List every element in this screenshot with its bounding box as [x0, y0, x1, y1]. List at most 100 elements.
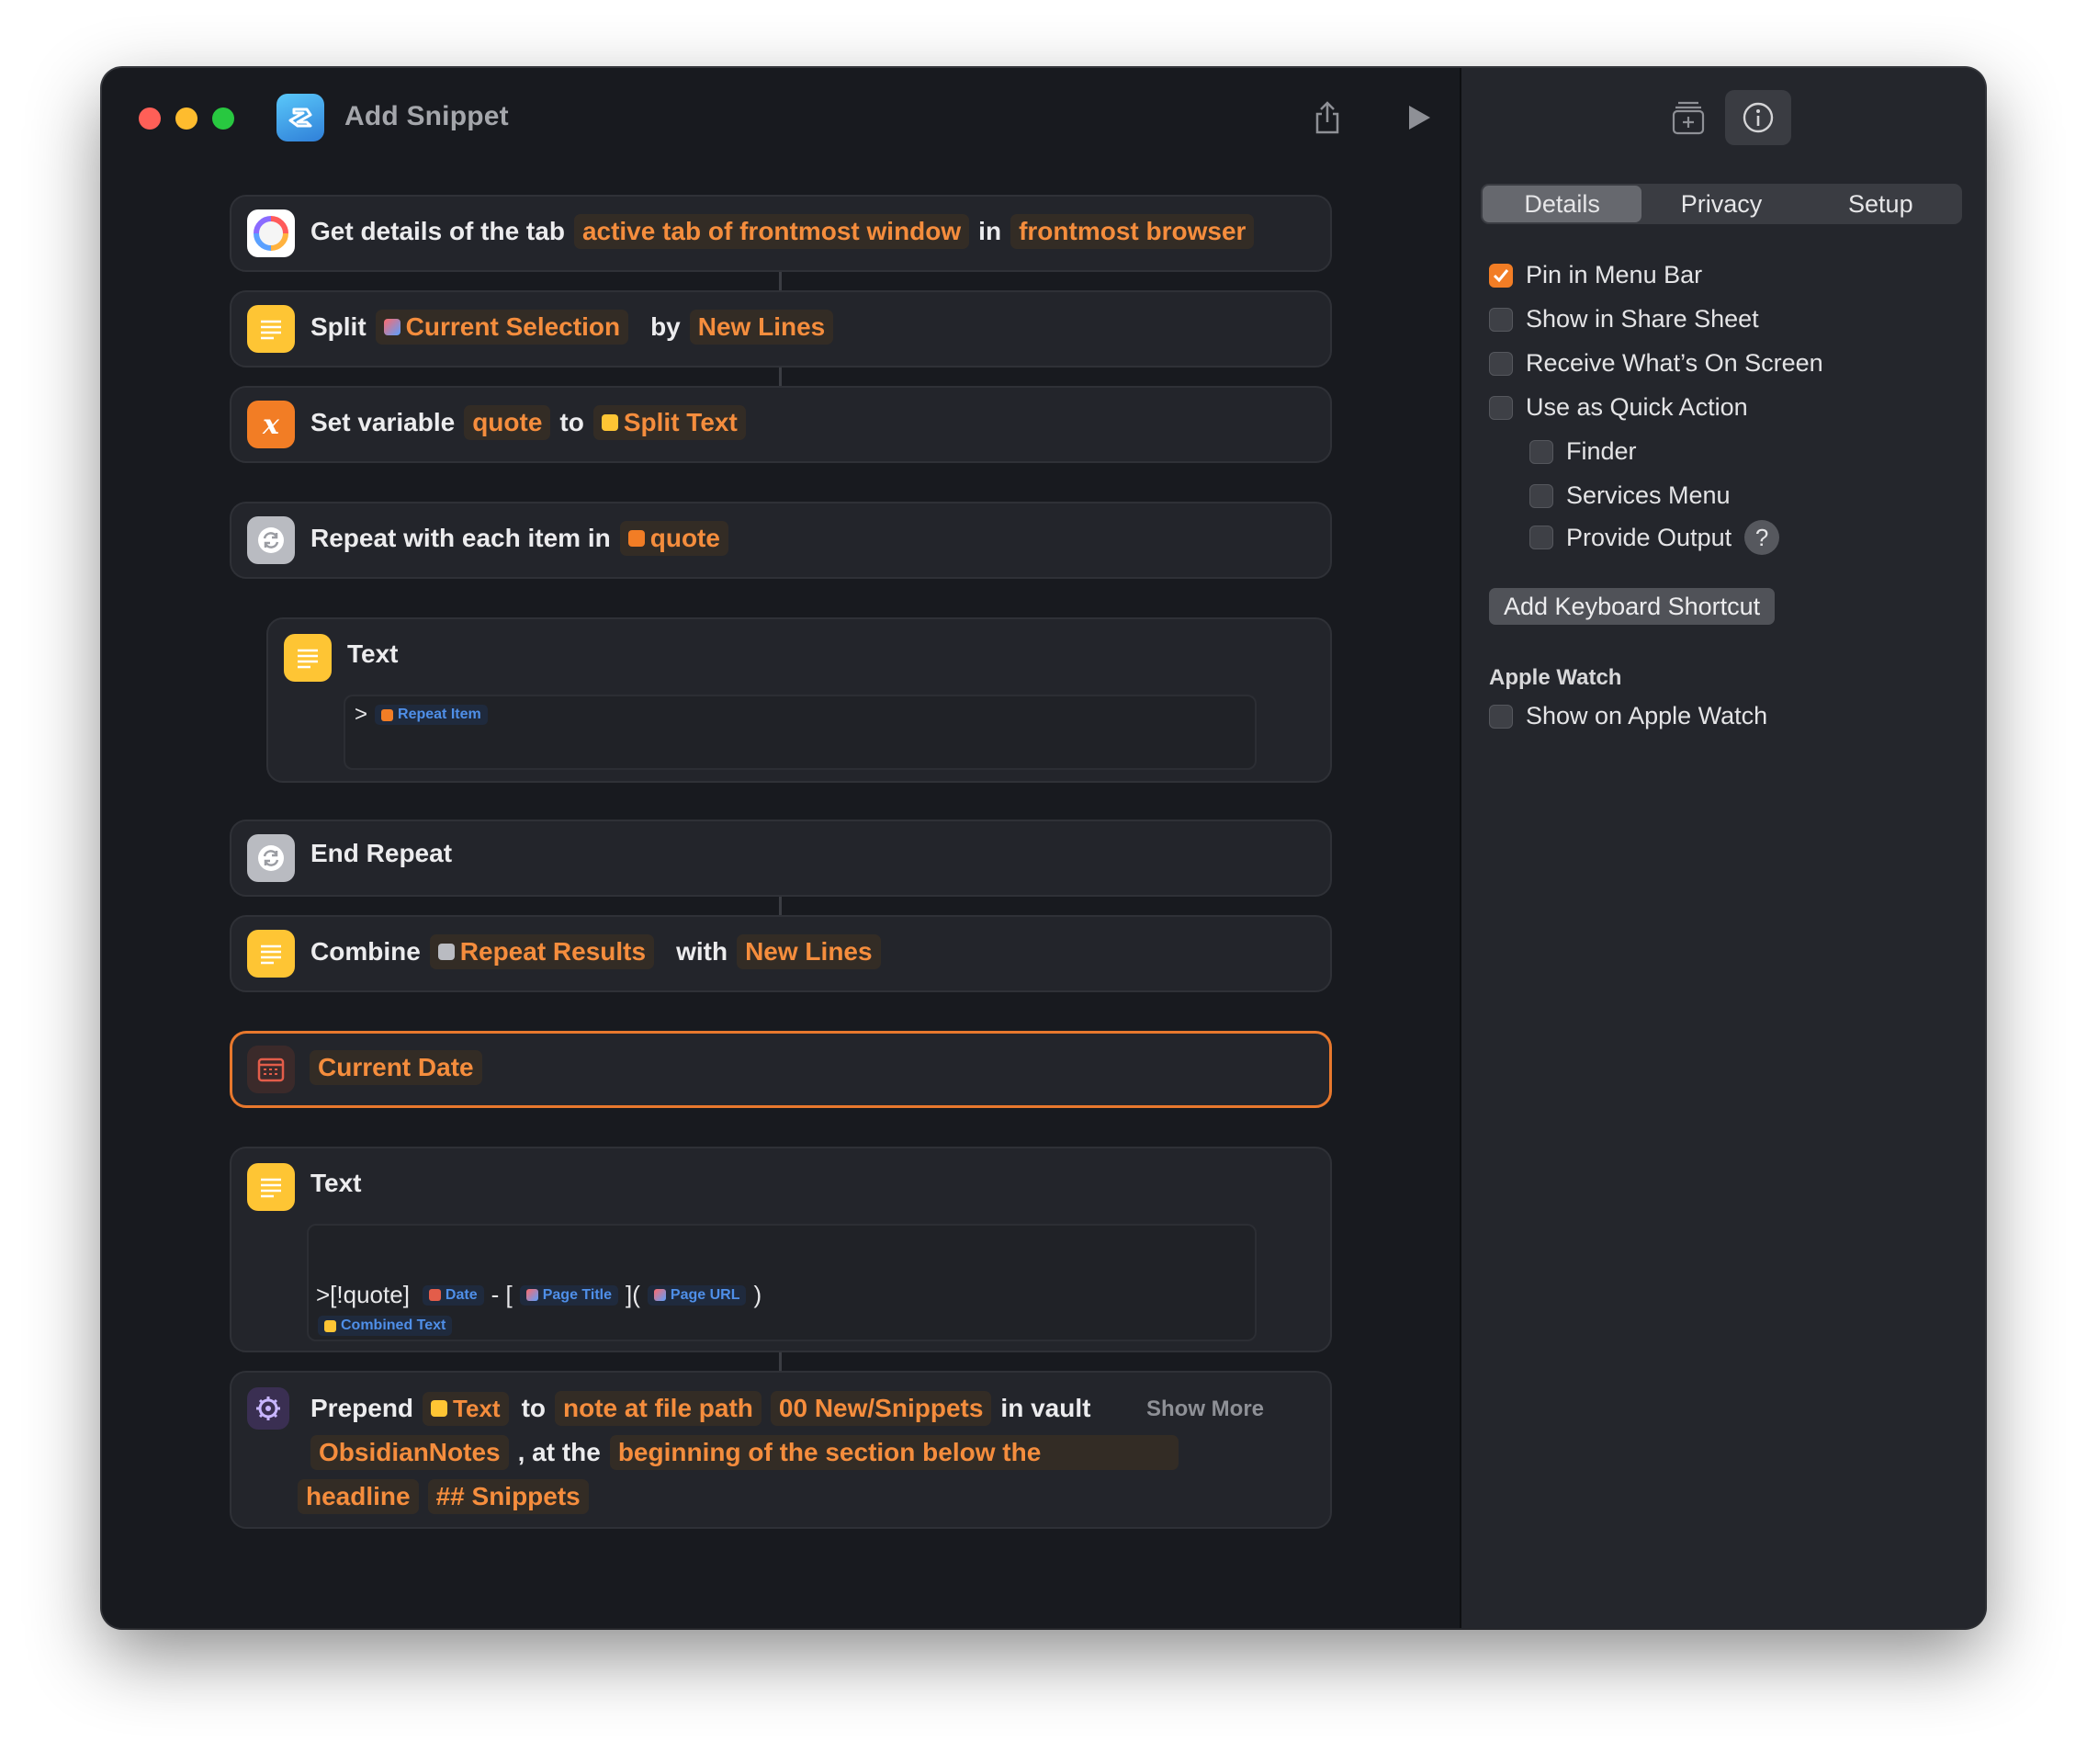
action-label: Prepend	[310, 1394, 414, 1422]
file-path-parameter[interactable]: 00 New/Snippets	[770, 1391, 992, 1426]
text-icon	[284, 634, 332, 682]
repeat-variable[interactable]: quote	[619, 521, 728, 556]
checkbox[interactable]	[1529, 483, 1553, 508]
option-label: Services Menu	[1566, 481, 1731, 509]
variable-value[interactable]: Split Text	[592, 405, 746, 440]
action-current-date[interactable]: Current Date	[230, 1031, 1332, 1108]
date-variable[interactable]: Date	[422, 1284, 484, 1306]
calendar-mini-icon	[428, 1289, 441, 1301]
action-label: Combine	[310, 937, 421, 966]
variable-label: Date	[445, 1286, 478, 1303]
headline-parameter[interactable]: headline	[298, 1479, 419, 1514]
page-url-variable[interactable]: Page URL	[647, 1284, 747, 1306]
variable-label: Repeat Item	[398, 707, 481, 722]
option-receive-whats-on-screen[interactable]: Receive What’s On Screen	[1489, 349, 1823, 378]
to-label: to	[521, 1394, 546, 1422]
checkbox[interactable]	[1529, 439, 1553, 464]
zoom-window-button[interactable]	[212, 107, 234, 130]
page-title-variable[interactable]: Page Title	[519, 1284, 619, 1306]
checkbox[interactable]	[1489, 704, 1513, 729]
safari-mini-icon	[383, 319, 400, 335]
action-prepend-obsidian[interactable]: Prepend Text to note at file path 00 New…	[230, 1371, 1332, 1529]
show-more-button[interactable]: Show More	[1146, 1396, 1264, 1422]
text-segment: ](	[626, 1281, 640, 1308]
action-combine-text[interactable]: Combine Repeat Results with New Lines	[230, 915, 1332, 992]
safari-mini-icon	[653, 1289, 666, 1301]
variable-label: Page URL	[670, 1286, 740, 1303]
variable-label: Text	[453, 1394, 501, 1422]
action-label: End Repeat	[310, 839, 453, 867]
option-services-menu[interactable]: Services Menu	[1529, 481, 1731, 510]
input-variable[interactable]: Repeat Results	[429, 934, 655, 969]
action-end-repeat[interactable]: End Repeat	[230, 820, 1332, 897]
play-icon[interactable]	[1397, 96, 1441, 140]
destination-parameter[interactable]: note at file path	[555, 1391, 761, 1426]
option-use-as-quick-action[interactable]: Use as Quick Action	[1489, 393, 1748, 422]
repeat-icon	[247, 516, 295, 564]
help-icon[interactable]: ?	[1744, 520, 1780, 555]
editor-pane: Add Snippet Get details of the tab activ…	[102, 68, 1460, 1628]
option-show-in-share-sheet[interactable]: Show in Share Sheet	[1489, 305, 1759, 334]
connector	[779, 272, 782, 290]
tab-privacy[interactable]: Privacy	[1641, 186, 1800, 222]
heading-text-parameter[interactable]: ## Snippets	[427, 1479, 589, 1514]
close-window-button[interactable]	[139, 107, 161, 130]
text-segment: >[!quote]	[316, 1281, 410, 1308]
variable-name[interactable]: quote	[464, 405, 551, 440]
text-variable[interactable]: Text	[423, 1391, 509, 1426]
checkbox[interactable]	[1489, 395, 1513, 420]
repeat-item-variable[interactable]: Repeat Item	[375, 705, 488, 725]
checkbox[interactable]	[1489, 307, 1513, 332]
variable-label: Combined Text	[341, 1317, 446, 1333]
text-mini-icon	[601, 414, 618, 431]
text-icon	[247, 1163, 295, 1211]
calendar-icon	[247, 1046, 295, 1093]
variable-label: quote	[649, 524, 720, 552]
vault-parameter[interactable]: ObsidianNotes	[310, 1435, 509, 1470]
share-icon[interactable]	[1305, 96, 1349, 140]
with-label: with	[676, 937, 728, 966]
position-parameter[interactable]: beginning of the section below the	[609, 1435, 1179, 1470]
action-set-variable[interactable]: x Set variable quote to Split Text	[230, 386, 1332, 463]
text-mini-icon	[324, 1319, 336, 1332]
action-get-details-of-tab[interactable]: Get details of the tab active tab of fro…	[230, 195, 1332, 272]
text-segment: - [	[491, 1281, 513, 1308]
option-show-on-apple-watch[interactable]: Show on Apple Watch	[1489, 702, 1767, 730]
action-repeat-with-each[interactable]: Repeat with each item in quote	[230, 502, 1332, 579]
window-title[interactable]: Add Snippet	[344, 101, 509, 132]
text-field[interactable]: >[!quote] Date - [ Page Title ]( Page UR…	[307, 1224, 1257, 1341]
option-finder[interactable]: Finder	[1529, 437, 1637, 466]
info-icon[interactable]	[1725, 90, 1791, 145]
option-label: Pin in Menu Bar	[1526, 261, 1703, 288]
combined-text-variable[interactable]: Combined Text	[318, 1316, 453, 1336]
action-text-template[interactable]: Text >[!quote] Date - [ Page Title ]( Pa…	[230, 1147, 1332, 1352]
option-pin-in-menu-bar[interactable]: Pin in Menu Bar	[1489, 261, 1702, 289]
input-variable[interactable]: Current Selection	[375, 310, 629, 345]
browser-parameter[interactable]: frontmost browser	[1010, 214, 1255, 249]
variable-mini-icon	[627, 530, 645, 547]
tab-setup[interactable]: Setup	[1801, 186, 1960, 222]
action-text-in-repeat[interactable]: Text > Repeat Item	[266, 617, 1332, 783]
tab-details[interactable]: Details	[1483, 186, 1642, 222]
variable-label: Split Text	[623, 408, 738, 436]
apple-watch-heading: Apple Watch	[1489, 665, 1622, 690]
tab-parameter[interactable]: active tab of frontmost window	[573, 214, 970, 249]
checkbox[interactable]	[1529, 526, 1553, 549]
action-label: Set variable	[310, 408, 456, 436]
add-keyboard-shortcut-button[interactable]: Add Keyboard Shortcut	[1489, 588, 1776, 625]
checkbox-checked[interactable]	[1489, 263, 1513, 288]
text-icon	[247, 305, 295, 353]
in-vault-label: in vault	[1000, 1394, 1091, 1422]
separator-parameter[interactable]: New Lines	[737, 934, 881, 969]
shortcut-icon[interactable]	[276, 94, 324, 141]
add-to-library-icon[interactable]	[1666, 96, 1710, 140]
checkbox[interactable]	[1489, 351, 1513, 376]
option-provide-output[interactable]: Provide Output ?	[1529, 520, 1780, 555]
text-field[interactable]: > Repeat Item	[344, 695, 1257, 770]
separator-parameter[interactable]: New Lines	[689, 310, 834, 345]
action-split-text[interactable]: Split Current Selection by New Lines	[230, 290, 1332, 368]
current-date-token[interactable]: Current Date	[310, 1050, 482, 1085]
text-mini-icon	[431, 1400, 448, 1417]
minimize-window-button[interactable]	[175, 107, 197, 130]
action-label: Text	[347, 639, 399, 668]
